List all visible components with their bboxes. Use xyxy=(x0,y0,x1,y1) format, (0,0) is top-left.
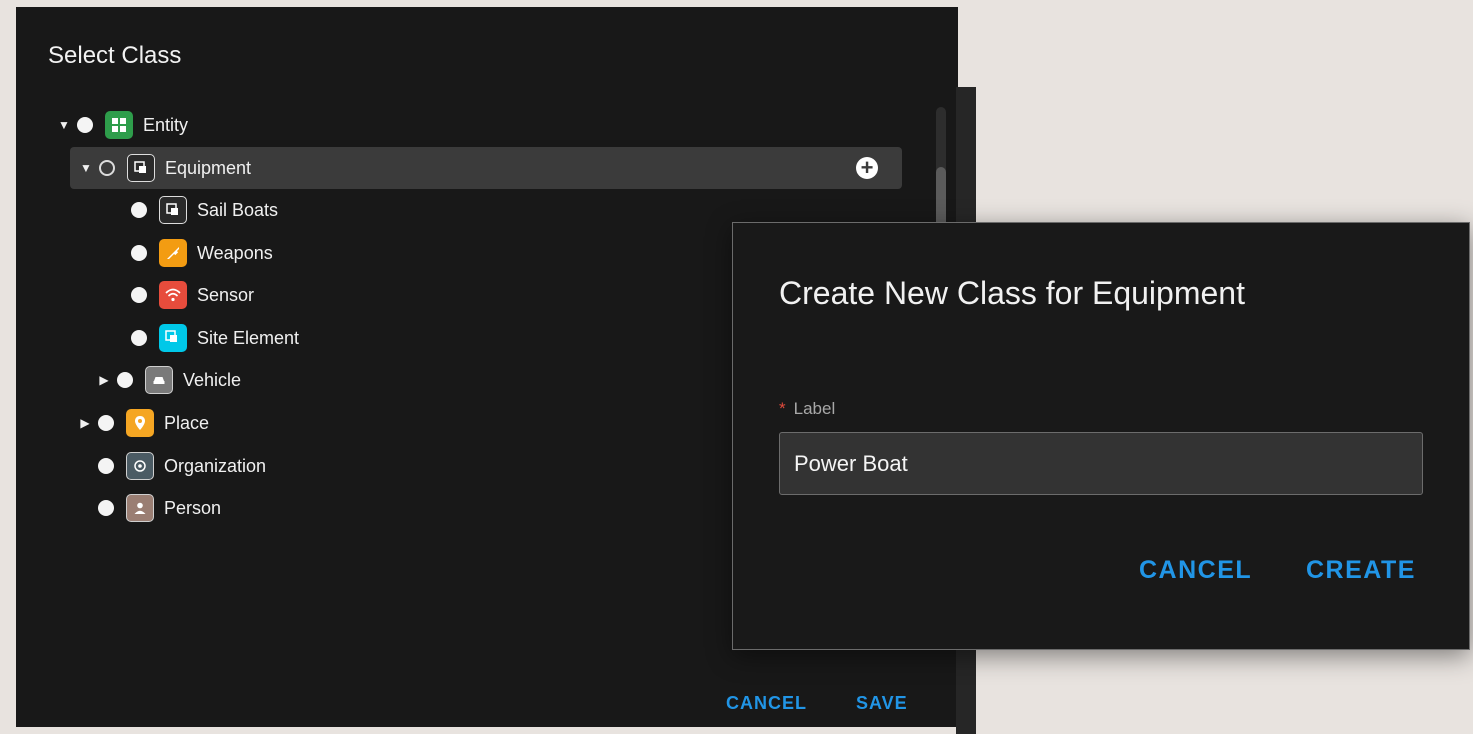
dialog-title: Create New Class for Equipment xyxy=(779,275,1245,311)
radio-button[interactable] xyxy=(131,287,147,303)
caret-down-icon[interactable]: ▼ xyxy=(78,160,94,176)
tree-item-organization[interactable]: Organization xyxy=(93,445,266,487)
tree-item-person[interactable]: Person xyxy=(93,487,221,529)
create-button[interactable]: CREATE xyxy=(1306,556,1416,585)
dialog-cancel-button[interactable]: CANCEL xyxy=(1139,556,1252,585)
cancel-button[interactable]: CANCEL xyxy=(726,693,807,714)
tree-item-label: Vehicle xyxy=(183,369,242,390)
wifi-icon xyxy=(159,281,187,309)
label-input[interactable] xyxy=(779,432,1423,495)
tree-item-label: Weapons xyxy=(197,242,273,263)
radio-button[interactable] xyxy=(117,372,133,388)
label-field-caption: * Label xyxy=(779,399,835,419)
tree-item-label: Sensor xyxy=(197,284,255,305)
tree-item-sensor[interactable]: Sensor xyxy=(110,274,254,316)
tree-item-sail-boats[interactable]: Sail Boats xyxy=(110,189,278,231)
location-pin-icon xyxy=(126,409,154,437)
weapon-icon xyxy=(159,239,187,267)
site-element-icon xyxy=(159,324,187,352)
caret-down-icon[interactable]: ▼ xyxy=(56,117,72,133)
radio-button[interactable] xyxy=(99,160,115,176)
radio-button[interactable] xyxy=(131,245,147,261)
tree-item-entity[interactable]: ▼ Entity xyxy=(56,104,188,146)
tree-item-label: Person xyxy=(164,497,222,518)
tree-item-label: Site Element xyxy=(197,327,300,348)
add-class-button[interactable]: + xyxy=(856,157,878,179)
radio-button[interactable] xyxy=(98,415,114,431)
tree-item-vehicle[interactable]: ▶ Vehicle xyxy=(96,359,241,401)
tree-item-label: Organization xyxy=(164,455,267,476)
caret-right-icon[interactable]: ▶ xyxy=(77,415,93,431)
entity-icon xyxy=(105,111,133,139)
tree-item-label: Place xyxy=(164,412,210,433)
tree-item-site-element[interactable]: Site Element xyxy=(110,317,299,359)
required-marker: * xyxy=(779,399,786,418)
save-button[interactable]: SAVE xyxy=(856,693,908,714)
radio-button[interactable] xyxy=(98,500,114,516)
tree-item-label: Entity xyxy=(143,114,189,135)
tree-item-label: Equipment xyxy=(165,157,252,178)
equipment-icon xyxy=(127,154,155,182)
radio-button[interactable] xyxy=(77,117,93,133)
tree-item-place[interactable]: ▶ Place xyxy=(77,402,209,444)
radio-button[interactable] xyxy=(131,202,147,218)
field-label-text: Label xyxy=(793,399,836,418)
radio-button[interactable] xyxy=(98,458,114,474)
equipment-icon xyxy=(159,196,187,224)
create-class-dialog: Create New Class for Equipment * Label CA… xyxy=(732,222,1470,650)
tree-item-label: Sail Boats xyxy=(197,199,279,220)
person-icon xyxy=(126,494,154,522)
car-icon xyxy=(145,366,173,394)
tree-item-weapons[interactable]: Weapons xyxy=(110,232,273,274)
tree-item-equipment[interactable]: ▼ Equipment + xyxy=(70,147,902,189)
panel-title: Select Class xyxy=(48,42,182,69)
radio-button[interactable] xyxy=(131,330,147,346)
organization-icon xyxy=(126,452,154,480)
caret-right-icon[interactable]: ▶ xyxy=(96,372,112,388)
